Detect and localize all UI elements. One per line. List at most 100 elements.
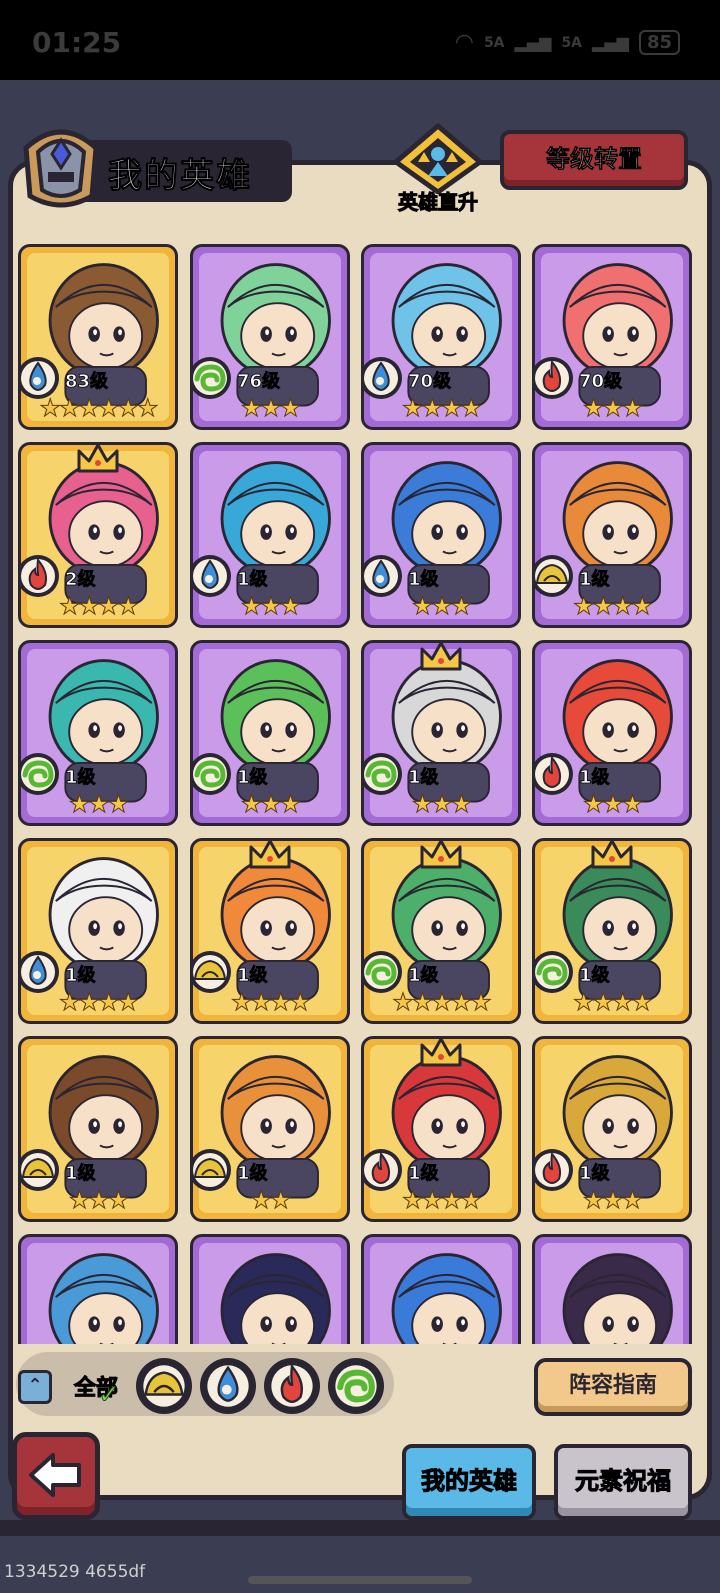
hero-level: 1级 <box>408 767 439 789</box>
hero-card[interactable]: 1级 ★★★ <box>532 1036 692 1222</box>
tab-element-blessing[interactable]: 元素祝福 <box>554 1444 692 1520</box>
hero-level: 1级 <box>408 1163 439 1185</box>
hero-star-rating: ★★★★ <box>572 988 653 1016</box>
crown-icon <box>420 1039 462 1067</box>
hero-card[interactable]: 1级 ★★★ <box>532 640 692 826</box>
hero-direct-upgrade-button[interactable]: 英雄直升 <box>388 122 488 218</box>
crown-icon <box>420 841 462 869</box>
filter-earth-button[interactable] <box>136 1358 192 1414</box>
hero-star-rating: ★★★★ <box>230 988 311 1016</box>
filter-wood-button[interactable] <box>328 1358 384 1414</box>
clock: 01:25 <box>32 26 122 59</box>
crown-icon <box>249 841 291 869</box>
status-bar: 01:25 ◠ 5A ▂▄▆ 5A ▂▄▆ 85 <box>0 0 720 80</box>
collapse-filter-button[interactable]: ⌃ <box>18 1370 52 1404</box>
hero-card[interactable]: 1级 ★★★★ <box>18 838 178 1024</box>
hero-portrait-image <box>391 1253 502 1344</box>
hero-portrait-image <box>48 1253 159 1344</box>
filter-water-button[interactable] <box>200 1358 256 1414</box>
wood-element-icon <box>330 1360 382 1412</box>
lineup-guide-button[interactable]: 阵容指南 <box>534 1358 692 1416</box>
hero-card[interactable]: 83级 ★★★★★★ <box>18 244 178 430</box>
hero-card[interactable]: 1级 ★★ <box>190 1036 350 1222</box>
hero-level: 1级 <box>237 1163 268 1185</box>
signal-bars-icon: ▂▄▆ <box>592 33 629 52</box>
level-transfer-button[interactable]: 等级转置 <box>500 130 688 190</box>
signal-2-icon: 5A <box>561 34 583 51</box>
hero-star-rating: ★★★★★★ <box>39 394 159 422</box>
hero-star-rating: ★★★ <box>240 592 302 620</box>
tab-my-heroes[interactable]: 我的英雄 <box>402 1444 536 1520</box>
debug-id-text: 1334529 4655df <box>4 1562 146 1582</box>
hero-level: 1级 <box>237 767 268 789</box>
hero-star-rating: ★★★ <box>411 592 473 620</box>
hero-card[interactable] <box>190 1234 350 1344</box>
hero-card[interactable]: 1级 ★★★★ <box>532 442 692 628</box>
hero-star-rating: ★★★★★ <box>392 988 493 1016</box>
hero-star-rating: ★★★ <box>582 1186 644 1214</box>
hero-card[interactable] <box>532 1234 692 1344</box>
crown-icon <box>591 841 633 869</box>
hero-card[interactable]: 76级 ★★★ <box>190 244 350 430</box>
signal-bars-icon: ▂▄▆ <box>514 33 552 52</box>
hero-star-rating: ★★★★ <box>401 1186 482 1214</box>
hero-star-rating: ★★★ <box>68 1186 130 1214</box>
hero-level: 70级 <box>579 371 623 393</box>
hero-card[interactable]: 1级 ★★★ <box>361 640 521 826</box>
hero-level: 1级 <box>237 965 268 987</box>
back-arrow-icon <box>29 1453 81 1497</box>
hero-star-rating: ★★★ <box>68 790 130 818</box>
hero-level: 76级 <box>237 371 281 393</box>
hero-card[interactable]: 1级 ★★★★ <box>532 838 692 1024</box>
hero-star-rating: ★★★★ <box>572 592 653 620</box>
direct-upgrade-icon <box>391 122 485 196</box>
hero-card[interactable]: 1级 ★★★★★ <box>361 838 521 1024</box>
hero-level: 1级 <box>237 569 268 591</box>
crown-icon <box>77 445 119 473</box>
hero-portrait-image <box>220 1253 331 1344</box>
hero-card[interactable]: 1级 ★★★ <box>18 640 178 826</box>
nav-floor <box>0 1520 720 1536</box>
hero-card[interactable]: 70级 ★★★★ <box>361 244 521 430</box>
hero-card[interactable]: 1级 ★★★ <box>361 442 521 628</box>
earth-element-icon <box>138 1360 190 1412</box>
hero-star-rating: ★★★ <box>240 790 302 818</box>
hero-card[interactable] <box>18 1234 178 1344</box>
hero-card[interactable]: 1级 ★★★★ <box>361 1036 521 1222</box>
hero-portrait-frame <box>27 1243 169 1344</box>
fire-element-icon <box>266 1360 318 1412</box>
hero-portrait-frame <box>370 1243 512 1344</box>
helmet-icon <box>23 129 99 208</box>
hero-level: 1级 <box>408 569 439 591</box>
filter-fire-button[interactable] <box>264 1358 320 1414</box>
back-button[interactable] <box>12 1432 100 1520</box>
hero-level: 1级 <box>579 965 610 987</box>
hero-level: 1级 <box>579 569 610 591</box>
filter-all-button[interactable]: 全部 ✓ <box>70 1358 130 1414</box>
hero-level: 83级 <box>65 371 109 393</box>
hero-star-rating: ★★ <box>250 1186 292 1214</box>
hero-card[interactable]: 2级 ★★★★ <box>18 442 178 628</box>
water-element-icon <box>202 1360 254 1412</box>
signal-1-icon: 5A <box>483 34 505 51</box>
wifi-icon: ◠ <box>454 30 474 55</box>
hero-star-rating: ★★★ <box>411 790 473 818</box>
hero-card[interactable]: 70级 ★★★ <box>532 244 692 430</box>
hero-card[interactable] <box>361 1234 521 1344</box>
hero-star-rating: ★★★ <box>240 394 302 422</box>
hero-grid: 83级 ★★★★★★ 76级 ★★★ 70级 ★★★★ 70级 ★★★ 2级 ★★★★ 1级 ★★★ 1… <box>18 244 702 1344</box>
hero-card[interactable]: 1级 ★★★ <box>18 1036 178 1222</box>
hero-card[interactable]: 1级 ★★★★ <box>190 838 350 1024</box>
home-indicator <box>248 1576 472 1584</box>
hero-portrait-image <box>562 1253 673 1344</box>
hero-level: 1级 <box>65 965 96 987</box>
hero-star-rating: ★★★ <box>582 790 644 818</box>
hero-card[interactable]: 1级 ★★★ <box>190 640 350 826</box>
hero-star-rating: ★★★ <box>582 394 644 422</box>
hero-level: 1级 <box>65 1163 96 1185</box>
status-icons: ◠ 5A ▂▄▆ 5A ▂▄▆ 85 <box>455 30 680 55</box>
hero-star-rating: ★★★★ <box>401 394 482 422</box>
hero-card[interactable]: 1级 ★★★ <box>190 442 350 628</box>
battery-indicator: 85 <box>638 30 680 55</box>
hero-level: 1级 <box>65 767 96 789</box>
